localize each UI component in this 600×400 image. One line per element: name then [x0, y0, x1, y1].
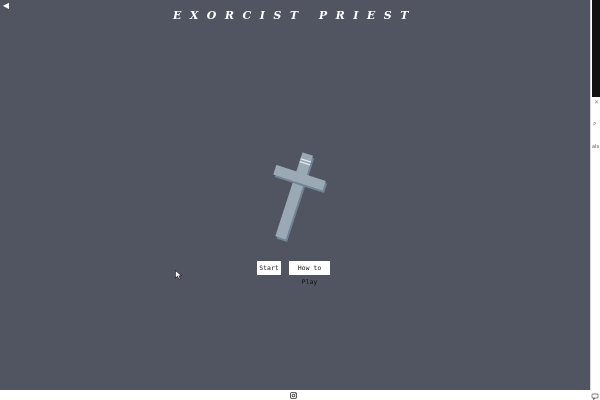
- instagram-icon[interactable]: [290, 392, 297, 399]
- cross-icon: [273, 152, 328, 243]
- panel-divider: [590, 0, 591, 390]
- game-viewport: ◀ EXORCIST PRIEST Start How to Play: [0, 0, 590, 390]
- game-title: EXORCIST PRIEST: [173, 9, 417, 22]
- start-button[interactable]: Start: [257, 261, 281, 275]
- side-panel-dark-block: [592, 0, 600, 97]
- side-panel-text: als: [592, 144, 600, 150]
- close-icon[interactable]: ✕: [594, 99, 599, 107]
- how-to-play-button[interactable]: How to Play: [289, 261, 330, 286]
- search-icon[interactable]: ⌕: [593, 120, 596, 128]
- chat-icon[interactable]: [591, 393, 600, 400]
- mouse-pointer-icon: [175, 270, 183, 280]
